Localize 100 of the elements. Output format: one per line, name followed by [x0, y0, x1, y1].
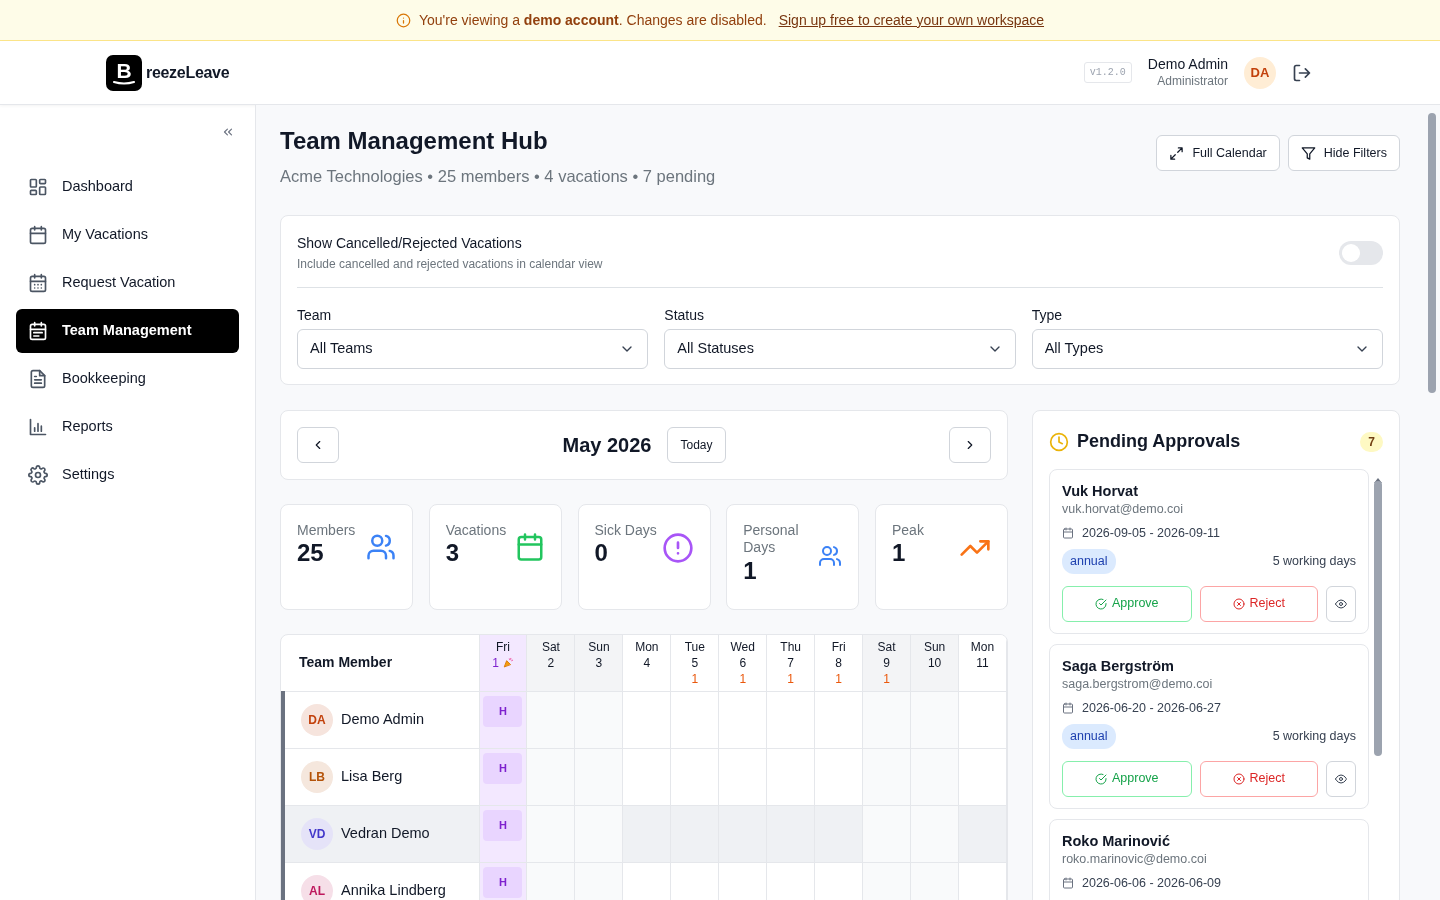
user-avatar[interactable]: DA: [1244, 56, 1276, 89]
weekday-label: Mon: [969, 638, 996, 655]
next-button[interactable]: [949, 426, 991, 463]
reject-button[interactable]: Reject: [1199, 760, 1318, 797]
date-range: 2026-06-06 - 2026-06-09: [1082, 874, 1221, 892]
sidebar-item[interactable]: Settings: [16, 453, 239, 497]
toggle-description: Include cancelled and rejected vacations in calendar view: [297, 255, 603, 273]
stat-label: Vacations: [445, 521, 507, 540]
alert-icon: [661, 531, 694, 564]
requester-email: saga.bergstrom@demo.coi: [1062, 675, 1214, 693]
sidebar-item[interactable]: Reports: [16, 405, 239, 449]
signup-link[interactable]: Sign up free to create your own workspace: [778, 9, 1044, 31]
select-field[interactable]: All Teams: [297, 328, 649, 369]
stat-value: 0: [594, 539, 609, 568]
leave-type-tag: annual: [1062, 549, 1116, 574]
document-icon: [28, 369, 48, 389]
weekday-label: Sun: [922, 638, 947, 655]
reject-button[interactable]: Reject: [1199, 585, 1318, 622]
party-popper-icon: [502, 657, 514, 669]
day-count: 1: [690, 670, 700, 687]
table-row[interactable]: LB Lisa Berg H: [283, 748, 1007, 806]
member-avatar: DA: [301, 704, 333, 737]
previous-button[interactable]: [297, 426, 339, 463]
scrollbar-thumb[interactable]: [1428, 113, 1436, 393]
eye-icon: [1335, 597, 1347, 610]
panel-title: Pending Approvals: [1077, 430, 1241, 454]
smile-curve-icon: [113, 81, 135, 85]
weekday-label: Mon: [634, 638, 660, 655]
select-field[interactable]: All Types: [1031, 328, 1383, 369]
grid-icon: [28, 177, 48, 197]
column-header: Team Member: [283, 634, 479, 692]
working-days: 5 working days: [1272, 552, 1356, 571]
view-button[interactable]: [1326, 585, 1356, 622]
select-label: Status: [664, 305, 706, 325]
sidebar-item[interactable]: Dashboard: [16, 165, 239, 209]
requester-name: Saga Bergström: [1062, 656, 1175, 676]
filter-button[interactable]: Hide Filters: [1287, 135, 1400, 171]
weekday-label: Sat: [540, 638, 561, 655]
info-icon: [395, 12, 411, 28]
filter-icon: [1300, 145, 1316, 161]
users-icon: [818, 543, 843, 568]
holiday-badge: H: [483, 753, 523, 785]
month-label: May 2026: [562, 432, 652, 458]
holiday-badge: H: [483, 867, 523, 899]
holiday-badge: H: [483, 810, 523, 842]
toggle-label: Show Cancelled/Rejected Vacations: [297, 233, 523, 253]
stat-value: 1: [743, 556, 758, 586]
table-row[interactable]: DA Demo Admin H: [283, 691, 1007, 749]
calendar-icon: [28, 273, 48, 293]
toggle-switch[interactable]: [1339, 240, 1383, 265]
date-label: 7: [787, 654, 795, 671]
stat-label: Personal Days: [743, 521, 800, 557]
x-circle-icon: [1232, 597, 1245, 610]
sidebar-item[interactable]: Bookkeeping: [16, 357, 239, 401]
select-field[interactable]: All Statuses: [664, 328, 1016, 369]
weekday-label: Tue: [683, 638, 706, 655]
eye-icon: [1335, 772, 1347, 785]
weekday-label: Fri: [830, 638, 847, 655]
page-subtitle: Acme Technologies • 25 members • 4 vacations • 7 pending: [280, 165, 716, 187]
date-label: 5: [691, 654, 699, 671]
date-label: 3: [595, 654, 603, 671]
sidebar-item[interactable]: Request Vacation: [16, 261, 239, 305]
table-row[interactable]: VD Vedran Demo H: [283, 805, 1007, 863]
day-count: 1: [786, 670, 796, 687]
today-button[interactable]: Today: [667, 426, 726, 463]
table-row[interactable]: AL Annika Lindberg H: [283, 862, 1007, 900]
member-avatar: VD: [301, 818, 333, 851]
sidebar-item[interactable]: Team Management: [16, 309, 239, 353]
weekday-label: Thu: [779, 638, 803, 655]
weekday-label: Sun: [587, 638, 611, 655]
stat-value: 3: [445, 539, 461, 568]
stat-value: 25: [297, 539, 325, 568]
page-title: Team Management Hub: [280, 127, 549, 156]
user-name: Demo Admin: [1147, 56, 1228, 74]
requester-name: Vuk Horvat: [1062, 481, 1139, 501]
count-badge: 7: [1360, 431, 1383, 452]
date-label: 10: [927, 654, 942, 671]
calendar-icon: [514, 531, 545, 562]
x-circle-icon: [1232, 772, 1245, 785]
bar-chart-icon: [28, 417, 48, 437]
logout-icon[interactable]: [1292, 62, 1312, 83]
view-button[interactable]: [1326, 760, 1356, 797]
day-count: 1: [882, 670, 891, 687]
sidebar-item[interactable]: My Vacations: [16, 213, 239, 257]
holiday-badge: H: [483, 696, 523, 728]
stat-label: Sick Days: [594, 521, 657, 540]
calendar-button[interactable]: Full Calendar: [1156, 135, 1280, 171]
date-label: 9: [883, 654, 890, 671]
banner-text: You're viewing a demo account. Changes are disabled.: [418, 10, 767, 30]
scrollbar-thumb[interactable]: [1374, 480, 1382, 756]
calendar-icon: [28, 225, 48, 245]
select-label: Team: [297, 305, 333, 325]
requester-email: roko.marinovic@demo.coi: [1062, 850, 1208, 868]
version-label: v1.2.0: [1083, 62, 1132, 83]
member-avatar: LB: [301, 761, 333, 794]
user-role: Administrator: [1156, 73, 1228, 89]
date-label: 11: [976, 654, 989, 671]
settings-icon: [28, 465, 48, 485]
working-days: 5 working days: [1272, 727, 1356, 746]
date-label: 2: [547, 654, 555, 671]
